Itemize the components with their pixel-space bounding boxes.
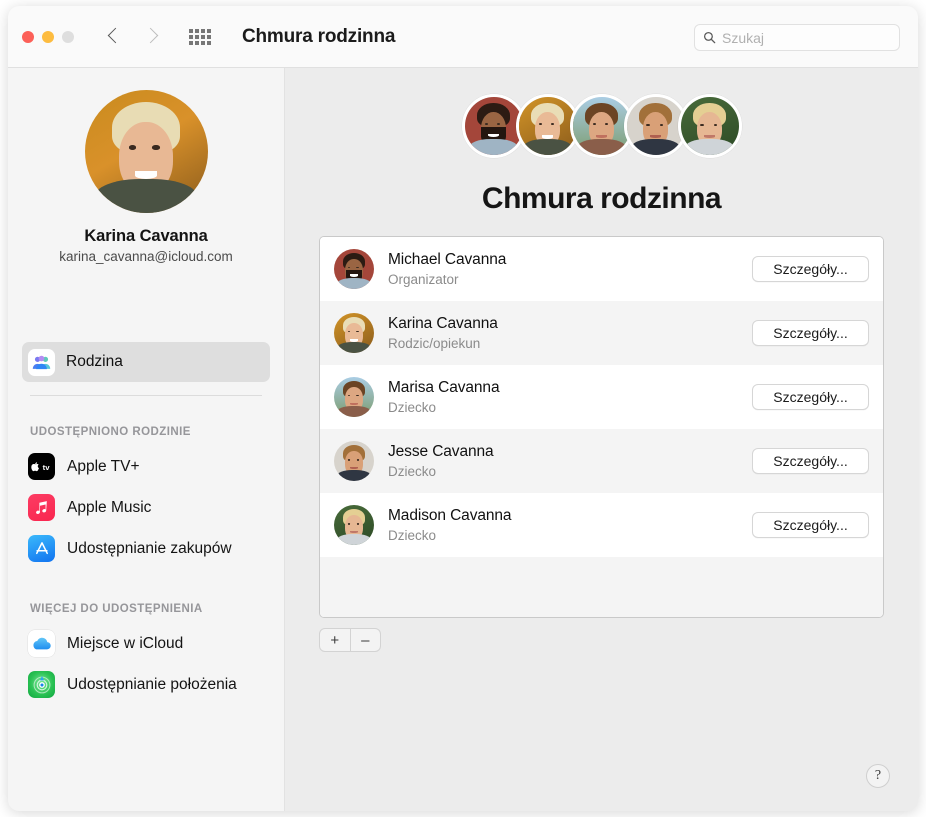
member-role: Dziecko (388, 528, 437, 543)
sidebar-item-label: Apple Music (67, 498, 152, 516)
account-name: Karina Cavanna (84, 227, 208, 245)
account-profile: Karina Cavanna karina_cavanna@icloud.com (8, 90, 284, 264)
details-button[interactable]: Szczegóły... (752, 256, 869, 282)
member-role: Rodzic/opiekun (388, 336, 481, 351)
avatar-madison (334, 505, 374, 545)
search-input[interactable] (722, 29, 882, 46)
table-row[interactable]: Marisa Cavanna Dziecko Szczegóły... (320, 365, 883, 429)
table-row[interactable]: Michael Cavanna Organizator Szczegóły... (320, 237, 883, 301)
sidebar: Karina Cavanna karina_cavanna@icloud.com (8, 68, 285, 811)
avatar-madison (677, 94, 742, 158)
window-toolbar: Chmura rodzinna (8, 6, 918, 68)
family-avatar-stack (285, 94, 918, 160)
family-icon (28, 348, 55, 376)
preferences-window: Chmura rodzinna Szukaj Karina Cavanna ka… (8, 6, 918, 811)
sidebar-divider (30, 395, 262, 396)
sidebar-section-label-more: WIĘCEJ DO UDOSTĘPNIENIA (30, 603, 203, 615)
member-name: Michael Cavanna (388, 251, 507, 268)
main-content: Chmura rodzinna Michael Cavanna Organiza… (285, 68, 918, 811)
icloud-icon (28, 630, 55, 657)
sidebar-item-rodzina[interactable]: Rodzina (22, 342, 270, 382)
details-button[interactable]: Szczegóły... (752, 512, 869, 538)
member-name: Marisa Cavanna (388, 379, 500, 396)
search-icon (703, 31, 716, 44)
search-field[interactable] (694, 24, 900, 51)
table-row[interactable]: Madison Cavanna Dziecko Szczegóły... (320, 493, 883, 557)
add-member-button[interactable]: + (320, 629, 351, 651)
details-button[interactable]: Szczegóły... (752, 448, 869, 474)
zoom-button[interactable] (62, 30, 74, 43)
app-store-icon (28, 535, 55, 562)
member-name: Karina Cavanna (388, 315, 498, 332)
table-row[interactable]: Jesse Cavanna Dziecko Szczegóły... (320, 429, 883, 493)
member-role: Organizator (388, 272, 459, 287)
list-empty-area (320, 557, 883, 617)
sidebar-item-label: Rodzina (66, 353, 123, 370)
find-my-icon (28, 671, 55, 698)
sidebar-item-purchase-sharing[interactable]: Udostępnianie zakupów (8, 528, 284, 569)
avatar-marisa (334, 377, 374, 417)
show-all-grid-icon[interactable] (189, 28, 211, 46)
page-title: Chmura rodzinna (242, 25, 396, 47)
navigation-buttons (108, 26, 158, 48)
avatar-michael (334, 249, 374, 289)
sidebar-item-apple-tv[interactable]: tv Apple TV+ (8, 446, 284, 487)
sidebar-item-label: Miejsce w iCloud (67, 634, 184, 652)
sidebar-item-location-sharing[interactable]: Udostępnianie położenia (8, 664, 284, 705)
chevron-left-icon[interactable] (108, 26, 121, 48)
chevron-right-icon[interactable] (145, 26, 158, 48)
help-button[interactable]: ? (866, 764, 890, 788)
sidebar-item-label: Udostępnianie zakupów (67, 539, 232, 557)
traffic-lights (22, 30, 74, 43)
member-role: Dziecko (388, 464, 437, 479)
main-heading: Chmura rodzinna (481, 182, 722, 215)
member-name: Jesse Cavanna (388, 443, 494, 460)
avatar (84, 90, 208, 213)
remove-member-button[interactable]: – (351, 629, 381, 651)
svg-text:tv: tv (42, 463, 50, 472)
sidebar-section-label-shared: UDOSTĘPNIONO RODZINIE (30, 426, 191, 438)
sidebar-item-apple-music[interactable]: Apple Music (8, 487, 284, 528)
close-button[interactable] (22, 30, 34, 43)
details-button[interactable]: Szczegóły... (752, 320, 869, 346)
add-remove-member-controls: + – (319, 628, 381, 652)
window-body: Karina Cavanna karina_cavanna@icloud.com (8, 68, 918, 811)
sidebar-item-icloud-storage[interactable]: Miejsce w iCloud (8, 623, 284, 664)
details-button[interactable]: Szczegóły... (752, 384, 869, 410)
account-email: karina_cavanna@icloud.com (59, 249, 233, 264)
sidebar-item-label: Apple TV+ (67, 457, 140, 475)
minimize-button[interactable] (42, 30, 54, 43)
sidebar-item-label: Udostępnianie położenia (67, 675, 237, 693)
family-members-list: Michael Cavanna Organizator Szczegóły... (319, 236, 884, 618)
member-role: Dziecko (388, 400, 437, 415)
table-row[interactable]: Karina Cavanna Rodzic/opiekun Szczegóły.… (320, 301, 883, 365)
apple-music-icon (28, 494, 55, 521)
member-name: Madison Cavanna (388, 507, 512, 524)
avatar-jesse (334, 441, 374, 481)
apple-tv-icon: tv (28, 453, 55, 480)
avatar-karina (334, 313, 374, 353)
